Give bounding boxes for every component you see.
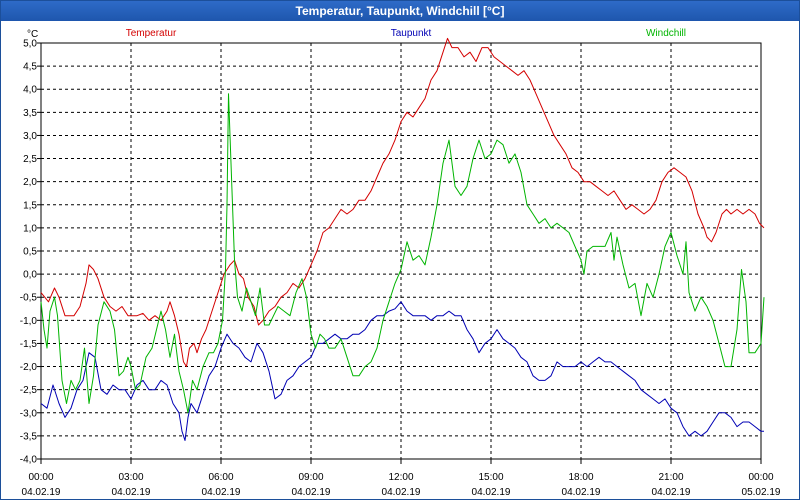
chart-window: Temperatur, Taupunkt, Windchill [°C] °C 5… xyxy=(0,0,800,500)
y-tick-label: 2,0 xyxy=(23,177,37,188)
x-tick-label-time: 15:00 xyxy=(478,472,503,483)
x-tick-label-time: 12:00 xyxy=(388,472,413,483)
y-tick-label: -3,5 xyxy=(20,431,38,442)
x-tick-label-date: 04.02.19 xyxy=(652,487,691,498)
y-tick-label: 0,5 xyxy=(23,247,37,258)
x-tick-label-time: 03:00 xyxy=(118,472,143,483)
y-tick-label: -0,5 xyxy=(20,293,38,304)
x-tick-label-date: 04.02.19 xyxy=(202,487,241,498)
series-line-windchill xyxy=(40,93,765,414)
legend-temperatur: Temperatur xyxy=(126,28,177,39)
x-tick-label-date: 05.02.19 xyxy=(742,487,781,498)
line-chart: °C5,04,54,03,53,02,52,01,51,00,50,0-0,5-… xyxy=(20,28,781,498)
y-tick-label: 3,5 xyxy=(23,108,37,119)
y-tick-label: 5,0 xyxy=(23,39,37,50)
y-tick-label: -4,0 xyxy=(20,455,38,466)
y-tick-label: -1,0 xyxy=(20,316,38,327)
x-tick-label-time: 00:00 xyxy=(748,472,773,483)
y-tick-label: -3,0 xyxy=(20,408,38,419)
y-tick-label: 1,5 xyxy=(23,200,37,211)
x-tick-label-time: 18:00 xyxy=(568,472,593,483)
legend-windchill: Windchill xyxy=(646,28,686,39)
y-tick-label: -1,5 xyxy=(20,339,38,350)
x-tick-label-date: 04.02.19 xyxy=(112,487,151,498)
y-tick-label: 0,0 xyxy=(23,270,37,281)
y-tick-label: 2,5 xyxy=(23,154,37,165)
series-line-temperatur xyxy=(40,37,765,368)
x-tick-label-time: 21:00 xyxy=(658,472,683,483)
y-tick-label: 4,5 xyxy=(23,62,37,73)
x-tick-label-date: 04.02.19 xyxy=(292,487,331,498)
x-tick-label-time: 09:00 xyxy=(298,472,323,483)
x-tick-label-time: 06:00 xyxy=(208,472,233,483)
y-tick-label: -2,5 xyxy=(20,385,38,396)
x-tick-label-date: 04.02.19 xyxy=(472,487,511,498)
x-tick-label-time: 00:00 xyxy=(28,472,53,483)
legend-taupunkt: Taupunkt xyxy=(391,28,432,39)
series-line-taupunkt xyxy=(40,301,764,441)
y-tick-label: 1,0 xyxy=(23,223,37,234)
y-tick-label: -2,0 xyxy=(20,362,38,373)
x-tick-label-date: 04.02.19 xyxy=(382,487,421,498)
x-tick-label-date: 04.02.19 xyxy=(22,487,61,498)
y-tick-label: 4,0 xyxy=(23,85,37,96)
x-tick-label-date: 04.02.19 xyxy=(562,487,601,498)
y-tick-label: 3,0 xyxy=(23,131,37,142)
